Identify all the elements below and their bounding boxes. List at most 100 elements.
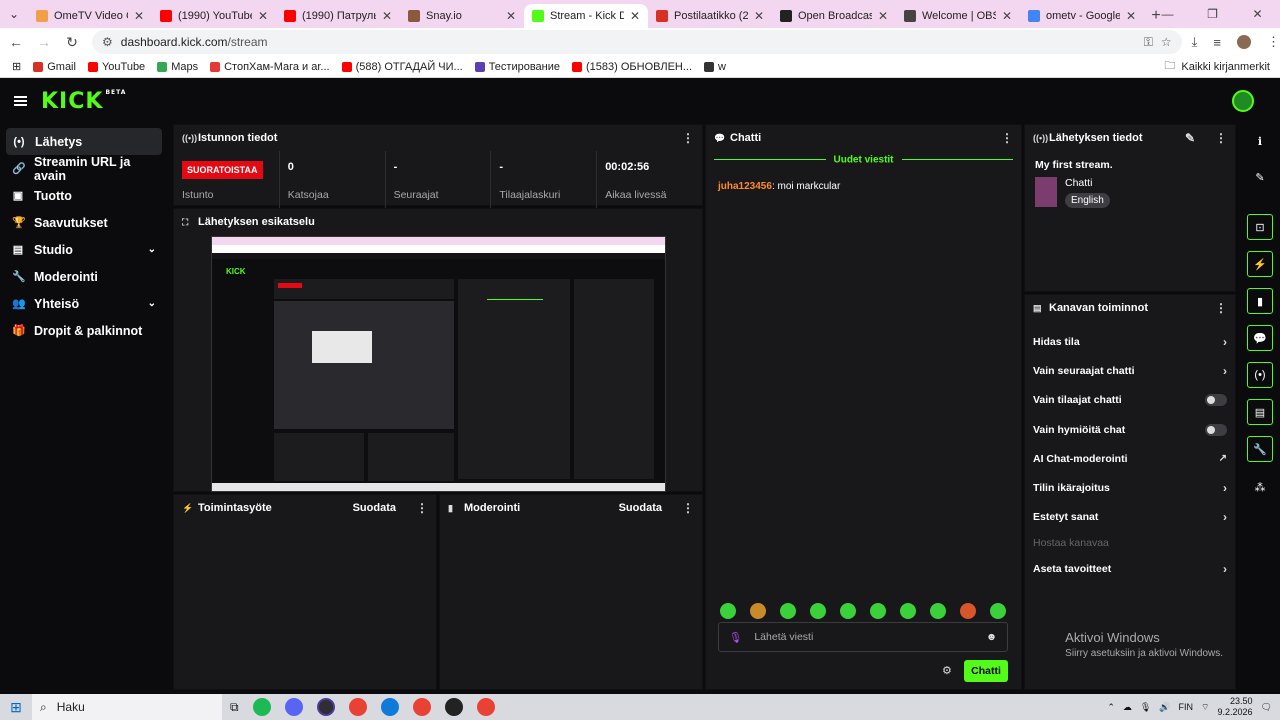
- chat-settings-icon[interactable]: ⚙: [942, 664, 952, 677]
- hamburger-menu-icon[interactable]: [14, 95, 28, 107]
- channel-tool-row[interactable]: Tilin ikärajoitus ›: [1025, 473, 1235, 502]
- app-icon[interactable]: [444, 698, 463, 716]
- browser-tab[interactable]: ometv - Google-haku ✕: [1020, 4, 1144, 28]
- toggle-switch[interactable]: [1205, 394, 1227, 407]
- activity-filter-button[interactable]: Suodata: [353, 502, 396, 514]
- chevron-down-icon[interactable]: ⌄: [148, 298, 156, 309]
- moderation-filter-button[interactable]: Suodata: [619, 502, 662, 514]
- sidebar-item-yhteisö[interactable]: 👥 Yhteisö ⌄: [0, 290, 162, 317]
- panel-menu-icon[interactable]: ⋮: [1215, 131, 1227, 145]
- bookmark-item[interactable]: Тестирование: [474, 61, 560, 73]
- close-tab-icon[interactable]: ✕: [134, 9, 144, 23]
- emote-icon[interactable]: [720, 603, 736, 619]
- task-view-icon[interactable]: ⧉: [230, 700, 239, 715]
- close-tab-icon[interactable]: ✕: [1126, 9, 1136, 23]
- emote-icon[interactable]: [750, 603, 766, 619]
- chat-icon[interactable]: 💬: [1247, 325, 1273, 351]
- password-key-icon[interactable]: ⚿: [1144, 35, 1153, 50]
- close-tab-icon[interactable]: ✕: [506, 9, 516, 23]
- panel-menu-icon[interactable]: ⋮: [1001, 131, 1013, 145]
- all-bookmarks[interactable]: 🗀 Kaikki kirjanmerkit: [1164, 57, 1270, 76]
- chrome-alt-icon[interactable]: [476, 698, 495, 716]
- channel-tool-row[interactable]: Vain tilaajat chatti: [1025, 386, 1235, 415]
- sidebar-item-moderointi[interactable]: 🔧 Moderointi: [0, 263, 162, 290]
- bookmark-item[interactable]: Gmail: [33, 61, 76, 73]
- taskbar-search[interactable]: ⌕ Haku: [32, 694, 222, 720]
- browser-tab[interactable]: Open Broadcaster So ✕: [772, 4, 896, 28]
- user-avatar[interactable]: [1232, 90, 1254, 112]
- channel-tool-row[interactable]: Vain seuraajat chatti ›: [1025, 356, 1235, 385]
- toggle-switch[interactable]: [1205, 423, 1227, 436]
- sidebar-item-saavutukset[interactable]: 🏆 Saavutukset: [0, 209, 162, 236]
- back-icon[interactable]: ←: [4, 34, 28, 50]
- close-tab-icon[interactable]: ✕: [258, 9, 268, 23]
- browser-tab[interactable]: Welcome | OBS ✕: [896, 4, 1020, 28]
- stream-preview-video[interactable]: KICK: [211, 236, 666, 492]
- channel-tool-row[interactable]: Aseta tavoitteet ›: [1025, 554, 1235, 583]
- close-tab-icon[interactable]: ✕: [878, 9, 888, 23]
- volume-icon[interactable]: 🔊: [1159, 702, 1170, 713]
- sidebar-item-dropit-palkinnot[interactable]: 🎁 Dropit & palkinnot: [0, 317, 162, 344]
- browser-tab[interactable]: Postilaatikko (2 621) ✕: [648, 4, 772, 28]
- wifi-icon[interactable]: ⌔: [1201, 702, 1209, 713]
- panel-menu-icon[interactable]: ⋮: [1215, 301, 1227, 315]
- apps-grid-icon[interactable]: ⊞: [12, 60, 21, 73]
- spotify-icon[interactable]: [252, 698, 271, 716]
- microphone-icon[interactable]: 🎙: [729, 631, 742, 644]
- browser-tab[interactable]: Snay.io ✕: [400, 4, 524, 28]
- clock[interactable]: 23.50 9.2.2026: [1218, 696, 1253, 718]
- kick-logo[interactable]: KICK BETA: [41, 89, 126, 114]
- reading-list-icon[interactable]: ≡: [1213, 35, 1221, 50]
- sidebar-item-studio[interactable]: ▤ Studio ⌄: [0, 236, 162, 263]
- emote-icon[interactable]: [780, 603, 796, 619]
- browser-tab[interactable]: Stream - Kick Dashbo ✕: [524, 4, 648, 28]
- chat-message-input[interactable]: 🎙 Lähetä viesti ☻: [718, 622, 1008, 652]
- channel-tool-row[interactable]: Hidas tila ›: [1025, 327, 1235, 356]
- chevron-down-icon[interactable]: ⌄: [148, 244, 156, 255]
- emote-icon[interactable]: [930, 603, 946, 619]
- reload-icon[interactable]: ↻: [60, 34, 84, 51]
- restore-icon[interactable]: ❐: [1190, 0, 1235, 28]
- mic-icon[interactable]: 🎙: [1140, 702, 1151, 713]
- edit-icon[interactable]: ✎: [1185, 131, 1195, 145]
- stream-category[interactable]: Chatti: [1065, 177, 1110, 189]
- emoji-icon[interactable]: ☻: [986, 631, 997, 643]
- panel-menu-icon[interactable]: ⋮: [682, 131, 694, 145]
- layout-icon[interactable]: ▤: [1247, 399, 1273, 425]
- profile-avatar[interactable]: [1237, 35, 1252, 49]
- info-icon[interactable]: ℹ: [1247, 128, 1273, 154]
- chat-send-button[interactable]: Chatti: [964, 660, 1008, 682]
- emote-icon[interactable]: [810, 603, 826, 619]
- close-tab-icon[interactable]: ✕: [754, 9, 764, 23]
- channel-tool-row[interactable]: AI Chat-moderointi ↗: [1025, 444, 1235, 473]
- panel-menu-icon[interactable]: ⋮: [682, 501, 694, 515]
- forward-icon[interactable]: →: [32, 34, 56, 50]
- broadcast-icon[interactable]: (•): [1247, 362, 1273, 388]
- chrome-icon[interactable]: [348, 698, 367, 716]
- bookmark-item[interactable]: Maps: [157, 61, 198, 73]
- discord-icon[interactable]: [284, 698, 303, 716]
- tab-search-icon[interactable]: ⌄: [0, 0, 28, 28]
- emote-icon[interactable]: [840, 603, 856, 619]
- bookmark-item[interactable]: СтопХам-Мага и ar...: [210, 61, 330, 73]
- obs-icon[interactable]: [316, 698, 335, 716]
- url-input[interactable]: ⚙ dashboard.kick.com/stream ⚿ ☆: [92, 30, 1182, 54]
- close-tab-icon[interactable]: ✕: [1002, 9, 1012, 23]
- minimize-icon[interactable]: —: [1145, 0, 1190, 28]
- close-window-icon[interactable]: ✕: [1235, 0, 1280, 28]
- browser-tab[interactable]: (1990) YouTube ✕: [152, 4, 276, 28]
- chrome-profile-icon[interactable]: [412, 698, 431, 716]
- chrome-menu-icon[interactable]: ⋮: [1267, 34, 1280, 50]
- clip-icon[interactable]: ⊡: [1247, 214, 1273, 240]
- download-icon[interactable]: ⤓: [1192, 34, 1198, 50]
- notifications-icon[interactable]: 🗨: [1261, 702, 1272, 713]
- sidebar-item-tuotto[interactable]: ▣ Tuotto: [0, 182, 162, 209]
- sidebar-item-streamin-url-ja-avain[interactable]: 🔗 Streamin URL ja avain: [0, 155, 162, 183]
- panel-menu-icon[interactable]: ⋮: [416, 501, 428, 515]
- windows-start-icon[interactable]: ⊞: [0, 699, 32, 716]
- chat-username[interactable]: juha123456: [718, 181, 772, 192]
- bookmark-item[interactable]: w: [704, 61, 726, 73]
- browser-tab[interactable]: (1990) Патруль - Бай ✕: [276, 4, 400, 28]
- bookmark-item[interactable]: YouTube: [87, 61, 145, 73]
- tray-chevron-icon[interactable]: ⌃: [1107, 702, 1115, 713]
